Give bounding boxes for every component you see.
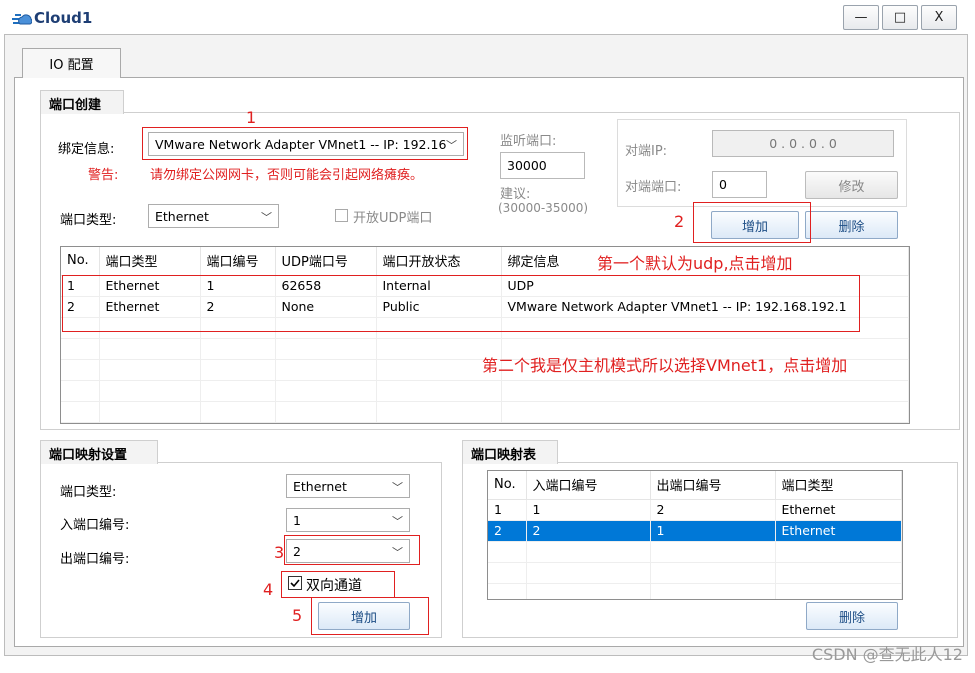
minimize-button[interactable]: — xyxy=(843,5,879,30)
warning-label: 警告: xyxy=(88,168,119,183)
delete-port-button[interactable]: 删除 xyxy=(805,211,898,239)
close-button[interactable]: X xyxy=(921,5,957,30)
table-row-selected[interactable]: 2 2 1 Ethernet xyxy=(488,520,902,542)
col-in-port[interactable]: 入端口编号 xyxy=(526,471,651,500)
chevron-down-icon: ﹀ xyxy=(392,515,403,528)
port-type-value: Ethernet xyxy=(155,208,209,224)
title-bar xyxy=(0,0,975,34)
table-cell: 1 xyxy=(488,499,527,521)
table-cell: 2 xyxy=(488,520,527,542)
annotation-box-5 xyxy=(311,597,429,635)
port-type-select[interactable]: Ethernet ﹀ xyxy=(148,204,279,228)
annotation-note-udp: 第一个默认为udp,点击增加 xyxy=(597,254,793,273)
annotation-number-5: 5 xyxy=(292,606,303,625)
col-udp-port[interactable]: UDP端口号 xyxy=(275,247,377,276)
map-port-type-value: Ethernet xyxy=(293,478,347,494)
table-cell: Ethernet xyxy=(775,499,902,521)
col-no[interactable]: No. xyxy=(61,247,100,276)
table-row xyxy=(488,583,902,599)
annotation-box-2 xyxy=(693,202,811,243)
table-row xyxy=(488,541,902,563)
chevron-down-icon: ﹀ xyxy=(261,211,272,224)
port-map-table-title: 端口映射表 xyxy=(462,440,558,464)
table-cell: 1 xyxy=(526,499,651,521)
watermark: CSDN @查无此人12 xyxy=(811,645,963,664)
col-open-state[interactable]: 端口开放状态 xyxy=(376,247,502,276)
table-cell: 1 xyxy=(650,520,776,542)
in-port-label: 入端口编号: xyxy=(60,518,130,533)
open-udp-label: 开放UDP端口 xyxy=(353,211,433,226)
annotation-box-3 xyxy=(284,535,420,565)
port-create-title: 端口创建 xyxy=(40,90,124,114)
table-cell: Ethernet xyxy=(775,520,902,542)
listen-port-input[interactable]: 30000 xyxy=(500,152,585,179)
suggest-range: (30000-35000) xyxy=(498,201,589,215)
port-map-table: No. 入端口编号 出端口编号 端口类型 1 1 2 Ethernet 2 2 … xyxy=(487,470,903,600)
in-port-select[interactable]: 1 ﹀ xyxy=(286,508,410,532)
warning-text: 请勿绑定公网网卡，否则可能会引起网络瘫痪。 xyxy=(150,168,424,183)
delete-mapping-button[interactable]: 删除 xyxy=(806,602,898,630)
annotation-number-4: 4 xyxy=(263,580,274,599)
table-row xyxy=(61,401,909,423)
peer-port-input[interactable]: 0 xyxy=(712,171,767,198)
table-cell: 2 xyxy=(526,520,651,542)
modify-button[interactable]: 修改 xyxy=(805,171,898,199)
annotation-box-4 xyxy=(281,571,395,598)
col-port-type[interactable]: 端口类型 xyxy=(99,247,201,276)
annotation-note-vmnet: 第二个我是仅主机模式所以选择VMnet1，点击增加 xyxy=(482,356,848,375)
col-no[interactable]: No. xyxy=(488,471,527,500)
port-map-settings-title: 端口映射设置 xyxy=(40,440,158,464)
table-row[interactable]: 1 1 2 Ethernet xyxy=(488,499,902,521)
peer-ip-input[interactable]: 0 . 0 . 0 . 0 xyxy=(712,130,894,157)
map-port-type-select[interactable]: Ethernet ﹀ xyxy=(286,474,410,498)
table-row xyxy=(61,380,909,402)
bind-info-label: 绑定信息: xyxy=(58,142,115,157)
out-port-label: 出端口编号: xyxy=(60,552,130,567)
annotation-number-1: 1 xyxy=(246,108,257,127)
annotation-box-1 xyxy=(142,127,468,160)
open-udp-checkbox[interactable] xyxy=(335,209,348,222)
peer-ip-label: 对端IP: xyxy=(625,144,668,159)
table-cell: 2 xyxy=(650,499,776,521)
in-port-value: 1 xyxy=(293,512,301,528)
col-out-port[interactable]: 出端口编号 xyxy=(650,471,776,500)
port-type-label: 端口类型: xyxy=(60,213,117,228)
window-title: Cloud1 xyxy=(34,9,93,27)
suggest-label: 建议: xyxy=(500,187,531,202)
maximize-icon: □ xyxy=(893,10,907,25)
close-icon: X xyxy=(934,10,944,25)
annotation-box-rows xyxy=(62,275,860,332)
listen-port-label: 监听端口: xyxy=(500,134,557,149)
annotation-number-3: 3 xyxy=(274,543,285,562)
minimize-icon: — xyxy=(854,10,868,25)
table-row xyxy=(488,562,902,584)
tab-io-config[interactable]: IO 配置 xyxy=(22,48,121,78)
map-port-type-label: 端口类型: xyxy=(60,485,117,500)
col-port-type[interactable]: 端口类型 xyxy=(775,471,902,500)
peer-port-label: 对端端口: xyxy=(625,180,682,195)
cloud-app-icon xyxy=(12,14,32,25)
annotation-number-2: 2 xyxy=(674,212,685,231)
chevron-down-icon: ﹀ xyxy=(392,481,403,494)
col-port-number[interactable]: 端口编号 xyxy=(200,247,276,276)
maximize-button[interactable]: □ xyxy=(882,5,918,30)
port-map-table-header: No. 入端口编号 出端口编号 端口类型 xyxy=(488,471,902,500)
